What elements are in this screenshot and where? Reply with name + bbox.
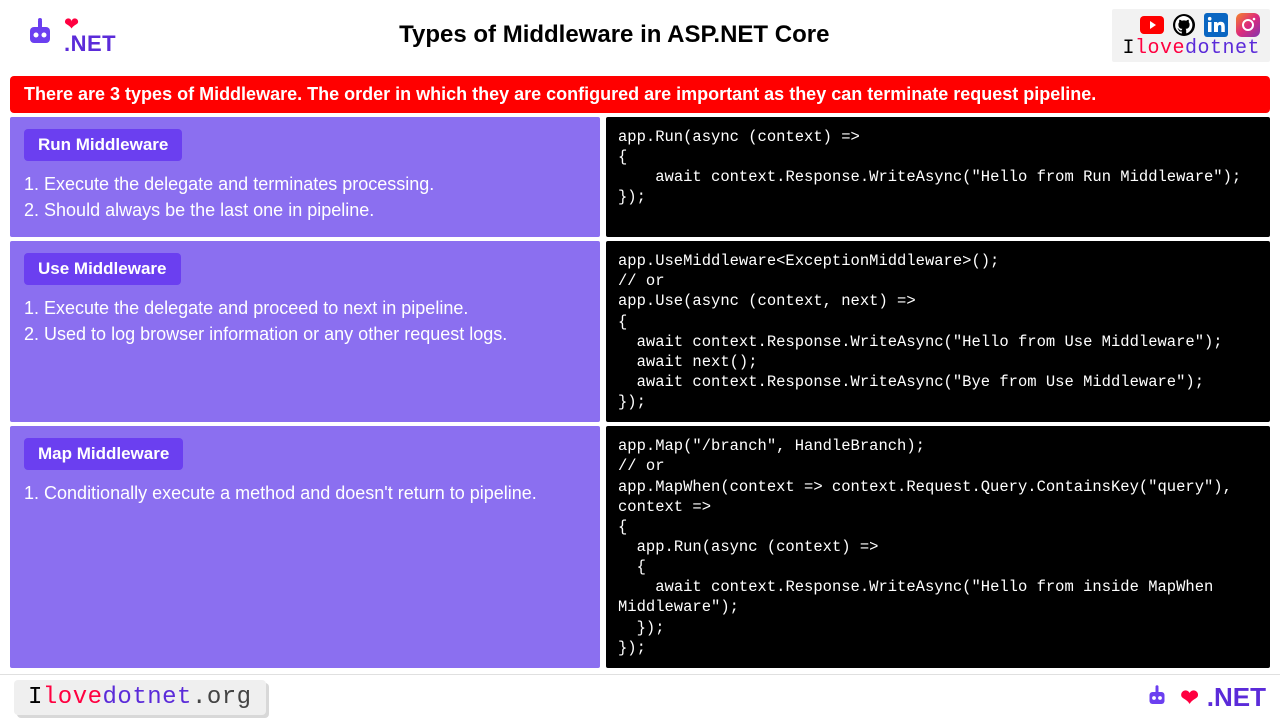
header-right: Ilovedotnet bbox=[1112, 9, 1270, 62]
code-use: app.UseMiddleware<ExceptionMiddleware>()… bbox=[606, 241, 1270, 422]
points-run: Execute the delegate and terminates proc… bbox=[24, 171, 586, 223]
panel-use: Use Middleware Execute the delegate and … bbox=[10, 241, 600, 422]
brand-i: I bbox=[1122, 37, 1135, 60]
footer-brand-dotnet: dotnet bbox=[103, 684, 192, 711]
panel-map: Map Middleware Conditionally execute a m… bbox=[10, 426, 600, 668]
row-run: Run Middleware Execute the delegate and … bbox=[10, 117, 1270, 237]
logo-left: ❤ .NET bbox=[10, 15, 116, 55]
row-map: Map Middleware Conditionally execute a m… bbox=[10, 426, 1270, 668]
code-map: app.Map("/branch", HandleBranch); // or … bbox=[606, 426, 1270, 668]
banner: There are 3 types of Middleware. The ord… bbox=[10, 76, 1270, 113]
points-map: Conditionally execute a method and doesn… bbox=[24, 480, 586, 506]
footer-brand: Ilovedotnet.org bbox=[14, 680, 266, 715]
footer-dotnet-text: .NET bbox=[1207, 682, 1266, 713]
list-item: Conditionally execute a method and doesn… bbox=[24, 480, 586, 506]
page-title: Types of Middleware in ASP.NET Core bbox=[116, 21, 1112, 49]
linkedin-icon[interactable] bbox=[1204, 13, 1228, 37]
github-icon[interactable] bbox=[1172, 13, 1196, 37]
robot-icon bbox=[1142, 683, 1172, 713]
footer-brand-org: .org bbox=[192, 684, 252, 711]
youtube-icon[interactable] bbox=[1140, 13, 1164, 37]
robot-icon bbox=[20, 15, 60, 55]
footer-right: ❤ .NET bbox=[1142, 682, 1266, 713]
badge-map: Map Middleware bbox=[24, 438, 183, 470]
badge-run: Run Middleware bbox=[24, 129, 182, 161]
points-use: Execute the delegate and proceed to next… bbox=[24, 295, 586, 347]
list-item: Execute the delegate and terminates proc… bbox=[24, 171, 586, 197]
footer: Ilovedotnet.org ❤ .NET bbox=[0, 674, 1280, 720]
list-item: Should always be the last one in pipelin… bbox=[24, 197, 586, 223]
content: Run Middleware Execute the delegate and … bbox=[0, 117, 1280, 668]
brand-dotnet: dotnet bbox=[1185, 37, 1260, 60]
footer-brand-i: I bbox=[28, 684, 43, 711]
social-icons bbox=[1140, 13, 1260, 37]
panel-run: Run Middleware Execute the delegate and … bbox=[10, 117, 600, 237]
header: ❤ .NET Types of Middleware in ASP.NET Co… bbox=[0, 0, 1280, 70]
heart-icon: ❤ bbox=[1180, 685, 1198, 711]
list-item: Execute the delegate and proceed to next… bbox=[24, 295, 586, 321]
row-use: Use Middleware Execute the delegate and … bbox=[10, 241, 1270, 422]
badge-use: Use Middleware bbox=[24, 253, 181, 285]
list-item: Used to log browser information or any o… bbox=[24, 321, 586, 347]
code-run: app.Run(async (context) => { await conte… bbox=[606, 117, 1270, 237]
brand-label: Ilovedotnet bbox=[1122, 37, 1260, 60]
footer-brand-love: love bbox=[43, 684, 103, 711]
brand-love: love bbox=[1135, 37, 1185, 60]
instagram-icon[interactable] bbox=[1236, 13, 1260, 37]
logo-text: .NET bbox=[64, 33, 116, 55]
